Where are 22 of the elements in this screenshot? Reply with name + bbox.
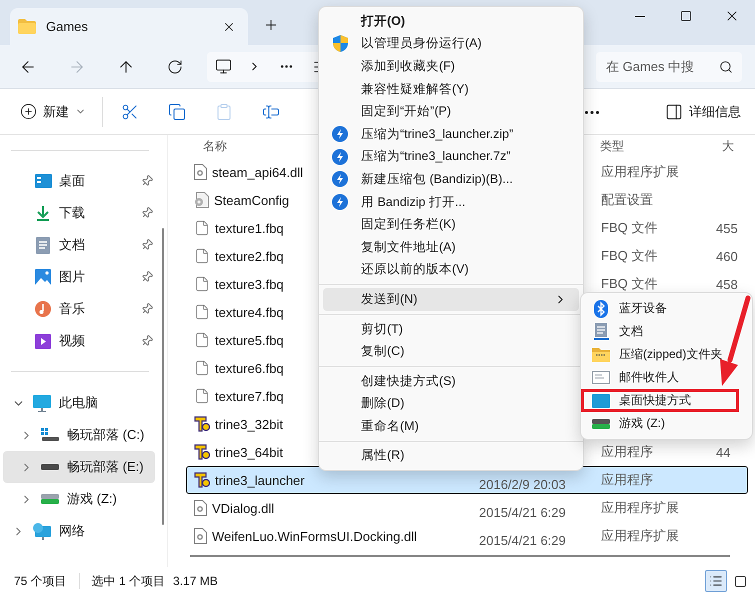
- date-cell-text: 2016/2/9 20:03: [479, 478, 567, 492]
- file-name: VDialog.dll: [194, 500, 479, 516]
- size-cell-text: 44: [716, 444, 732, 460]
- item-count: 75 个项目: [14, 572, 67, 590]
- type-cell-text: 应用程序扩展: [601, 499, 680, 517]
- date-cell-text: 2015/4/21 6:29: [479, 534, 567, 548]
- selection-size: 3.17 MB: [173, 574, 218, 588]
- size-cell-text: 460: [716, 248, 739, 264]
- selection-count: 选中 1 个项目: [92, 572, 166, 590]
- type-cell-text: 应用程序: [601, 471, 654, 489]
- file-name: WeifenLuo.WinFormsUI.Docking.dll: [194, 528, 479, 544]
- type-cell-text: 应用程序扩展: [601, 163, 680, 181]
- type-cell-text: FBQ 文件: [601, 275, 658, 293]
- size-cell-text: 455: [716, 220, 739, 236]
- file-name: trine3_launcher: [194, 472, 479, 488]
- type-cell-text: FBQ 文件: [601, 247, 658, 265]
- date-cell-text: 2015/4/21 6:29: [479, 506, 567, 520]
- type-cell-text: FBQ 文件: [601, 219, 658, 237]
- type-cell-text: 应用程序: [601, 443, 654, 461]
- type-cell-text: 配置设置: [601, 191, 654, 209]
- type-cell-text: 应用程序扩展: [601, 527, 680, 545]
- size-cell-text: 458: [716, 276, 739, 292]
